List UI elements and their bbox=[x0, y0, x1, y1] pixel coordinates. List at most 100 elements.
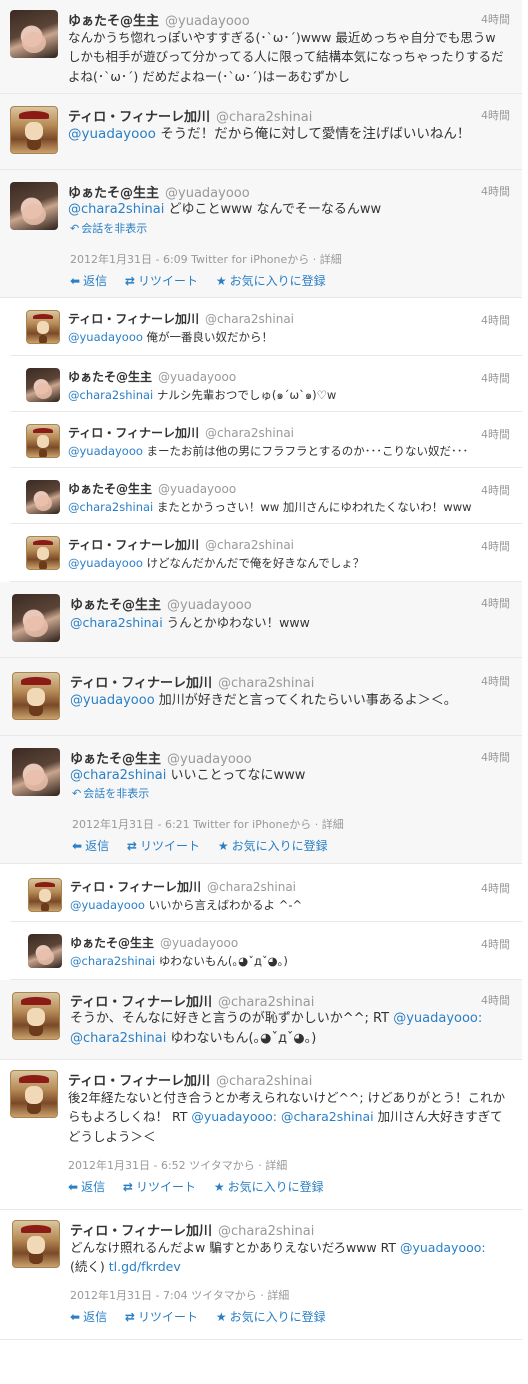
avatar[interactable] bbox=[26, 480, 60, 514]
tweet[interactable]: ティロ・フィナーレ加川 @chara2shinai どんなけ照れるんだよw 騙すと… bbox=[0, 1210, 522, 1340]
timestamp[interactable]: 4時間 bbox=[481, 107, 510, 123]
handle[interactable]: @chara2shinai bbox=[218, 676, 314, 691]
display-name[interactable]: ゆぁたそ@生主 @yuadayooo bbox=[68, 368, 236, 385]
display-name[interactable]: ティロ・フィナーレ加川 @chara2shinai bbox=[70, 991, 314, 1010]
tweet[interactable]: ゆぁたそ@生主 @yuadayooo 4時間 @chara2shinai またとか… bbox=[10, 468, 522, 524]
avatar[interactable] bbox=[10, 106, 58, 154]
handle[interactable]: @chara2shinai bbox=[216, 1074, 312, 1089]
reply-button[interactable]: ⬅ 返信 bbox=[70, 1308, 107, 1325]
handle[interactable]: @yuadayooo bbox=[158, 370, 236, 384]
handle[interactable]: @yuadayooo bbox=[167, 598, 252, 613]
avatar[interactable] bbox=[10, 1070, 58, 1118]
tweet-meta[interactable]: 2012年1月31日 - 6:09 Twitter for iPhoneから ·… bbox=[70, 251, 342, 267]
handle[interactable]: @chara2shinai bbox=[205, 538, 294, 552]
tweet[interactable]: ティロ・フィナーレ加川 @chara2shinai 4時間 そうか、そんなに好きと… bbox=[0, 980, 522, 1060]
avatar[interactable] bbox=[26, 536, 60, 570]
handle[interactable]: @chara2shinai bbox=[216, 110, 312, 125]
mention-link[interactable]: @chara2shinai bbox=[68, 500, 153, 514]
display-name[interactable]: ティロ・フィナーレ加川 @chara2shinai bbox=[70, 878, 296, 895]
avatar[interactable] bbox=[26, 424, 60, 458]
tweet-link[interactable]: tl.gd/fkrdev bbox=[109, 1259, 181, 1274]
handle[interactable]: @chara2shinai bbox=[207, 880, 296, 894]
timestamp[interactable]: 4時間 bbox=[481, 426, 510, 442]
display-name[interactable]: ゆぁたそ@生主 @yuadayooo bbox=[70, 594, 252, 613]
avatar[interactable] bbox=[28, 878, 62, 912]
display-name[interactable]: ゆぁたそ@生主 @yuadayooo bbox=[70, 934, 238, 951]
mention-link[interactable]: @yuadayooo bbox=[68, 330, 143, 344]
mention-link[interactable]: @yuadayooo: bbox=[393, 1011, 482, 1026]
mention-link[interactable]: @chara2shinai bbox=[70, 954, 155, 968]
mention-link[interactable]: @chara2shinai bbox=[281, 1109, 374, 1124]
timestamp[interactable]: 4時間 bbox=[481, 370, 510, 386]
handle[interactable]: @yuadayooo bbox=[160, 936, 238, 950]
handle[interactable]: @yuadayooo bbox=[165, 186, 250, 201]
avatar[interactable] bbox=[10, 10, 58, 58]
tweet[interactable]: ティロ・フィナーレ加川 @chara2shinai 4時間 @yuadayooo … bbox=[10, 412, 522, 468]
tweet[interactable]: ティロ・フィナーレ加川 @chara2shinai 4時間 @yuadayooo … bbox=[0, 94, 522, 170]
display-name[interactable]: ティロ・フィナーレ加川 @chara2shinai bbox=[68, 310, 294, 327]
handle[interactable]: @yuadayooo bbox=[158, 482, 236, 496]
timestamp[interactable]: 4時間 bbox=[481, 482, 510, 498]
retweet-button[interactable]: ⇄ リツイート bbox=[125, 272, 198, 289]
avatar[interactable] bbox=[28, 934, 62, 968]
display-name[interactable]: ゆぁたそ@生主 @yuadayooo bbox=[68, 182, 250, 201]
avatar[interactable] bbox=[12, 1220, 60, 1268]
avatar[interactable] bbox=[10, 182, 58, 230]
timestamp[interactable]: 4時間 bbox=[481, 11, 510, 27]
retweet-button[interactable]: ⇄ リツイート bbox=[123, 1178, 196, 1195]
retweet-button[interactable]: ⇄ リツイート bbox=[125, 1308, 198, 1325]
avatar[interactable] bbox=[26, 368, 60, 402]
tweet[interactable]: ゆぁたそ@生主 @yuadayooo 4時間 なんかうち惚れっぽいやすすぎる(･`… bbox=[0, 0, 522, 94]
tweet[interactable]: ティロ・フィナーレ加川 @chara2shinai 4時間 @yuadayooo … bbox=[10, 524, 522, 582]
timestamp[interactable]: 4時間 bbox=[481, 183, 510, 199]
tweet[interactable]: ゆぁたそ@生主 @yuadayooo 4時間 @chara2shinai うんとか… bbox=[0, 582, 522, 658]
timestamp[interactable]: 4時間 bbox=[481, 880, 510, 896]
handle[interactable]: @chara2shinai bbox=[205, 312, 294, 326]
mention-link[interactable]: @chara2shinai bbox=[68, 202, 164, 217]
avatar[interactable] bbox=[12, 748, 60, 796]
display-name[interactable]: ティロ・フィナーレ加川 @chara2shinai bbox=[70, 672, 314, 691]
display-name[interactable]: ティロ・フィナーレ加川 @chara2shinai bbox=[68, 536, 294, 553]
tweet[interactable]: ゆぁたそ@生主 @yuadayooo 4時間 @chara2shinai いいこと… bbox=[0, 736, 522, 864]
hide-conversation-link[interactable]: ↶ 会話を非表示 bbox=[72, 785, 149, 801]
reply-button[interactable]: ⬅ 返信 bbox=[68, 1178, 105, 1195]
timestamp[interactable]: 4時間 bbox=[481, 312, 510, 328]
reply-button[interactable]: ⬅ 返信 bbox=[72, 837, 109, 854]
tweet[interactable]: ティロ・フィナーレ加川 @chara2shinai 後2年経たないと付き合うとか考… bbox=[0, 1060, 522, 1210]
avatar[interactable] bbox=[12, 672, 60, 720]
reply-button[interactable]: ⬅ 返信 bbox=[70, 272, 107, 289]
handle[interactable]: @yuadayooo bbox=[165, 14, 250, 29]
tweet[interactable]: ゆぁたそ@生主 @yuadayooo 4時間 @chara2shinai どゆこと… bbox=[0, 170, 522, 298]
mention-link[interactable]: @yuadayooo bbox=[68, 556, 143, 570]
avatar[interactable] bbox=[12, 992, 60, 1040]
tweet[interactable]: ゆぁたそ@生主 @yuadayooo 4時間 @chara2shinai ナルシ先… bbox=[10, 356, 522, 412]
timestamp[interactable]: 4時間 bbox=[481, 992, 510, 1008]
mention-link[interactable]: @chara2shinai bbox=[68, 388, 153, 402]
tweet-meta[interactable]: 2012年1月31日 - 7:04 ツイタマから · 詳細 bbox=[70, 1287, 289, 1303]
timestamp[interactable]: 4時間 bbox=[481, 936, 510, 952]
mention-link[interactable]: @yuadayooo: bbox=[400, 1240, 486, 1255]
favorite-button[interactable]: ★ お気に入りに登録 bbox=[218, 837, 328, 854]
hide-conversation-link[interactable]: ↶ 会話を非表示 bbox=[70, 220, 147, 236]
favorite-button[interactable]: ★ お気に入りに登録 bbox=[214, 1178, 324, 1195]
display-name[interactable]: ティロ・フィナーレ加川 @chara2shinai bbox=[68, 106, 312, 125]
mention-link[interactable]: @chara2shinai bbox=[70, 768, 166, 783]
handle[interactable]: @chara2shinai bbox=[205, 426, 294, 440]
timestamp[interactable]: 4時間 bbox=[481, 673, 510, 689]
tweet-meta[interactable]: 2012年1月31日 - 6:21 Twitter for iPhoneから ·… bbox=[72, 816, 344, 832]
display-name[interactable]: ティロ・フィナーレ加川 @chara2shinai bbox=[70, 1220, 314, 1239]
favorite-button[interactable]: ★ お気に入りに登録 bbox=[216, 272, 326, 289]
mention-link[interactable]: @chara2shinai bbox=[70, 615, 163, 630]
timestamp[interactable]: 4時間 bbox=[481, 595, 510, 611]
tweet[interactable]: ゆぁたそ@生主 @yuadayooo 4時間 @chara2shinai ゆわない… bbox=[10, 922, 522, 980]
handle[interactable]: @yuadayooo bbox=[167, 752, 252, 767]
tweet[interactable]: ティロ・フィナーレ加川 @chara2shinai 4時間 @yuadayooo … bbox=[10, 864, 522, 922]
display-name[interactable]: ゆぁたそ@生主 @yuadayooo bbox=[70, 748, 252, 767]
tweet-meta[interactable]: 2012年1月31日 - 6:52 ツイタマから · 詳細 bbox=[68, 1157, 287, 1173]
display-name[interactable]: ティロ・フィナーレ加川 @chara2shinai bbox=[68, 1070, 312, 1089]
display-name[interactable]: ゆぁたそ@生主 @yuadayooo bbox=[68, 10, 250, 29]
avatar[interactable] bbox=[26, 310, 60, 344]
handle[interactable]: @chara2shinai bbox=[218, 1224, 314, 1239]
mention-link[interactable]: @yuadayooo bbox=[68, 444, 143, 458]
display-name[interactable]: ゆぁたそ@生主 @yuadayooo bbox=[68, 480, 236, 497]
